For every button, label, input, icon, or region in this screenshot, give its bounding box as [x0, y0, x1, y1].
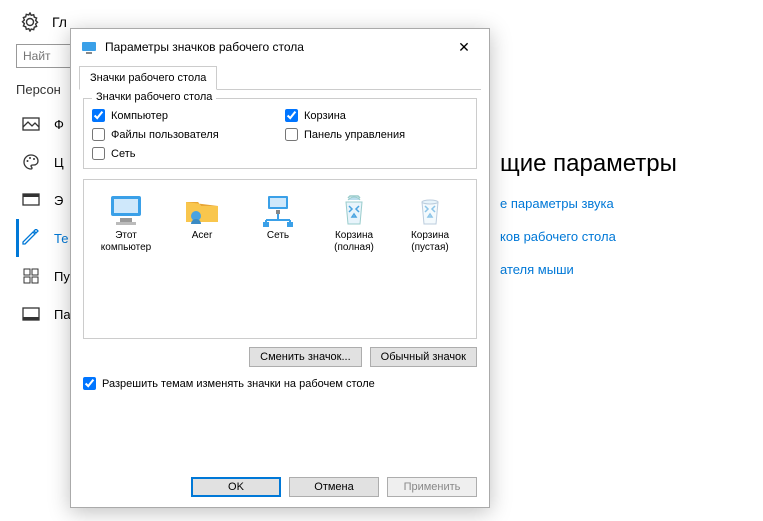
themes-icon	[22, 229, 40, 247]
nav-label: Те	[54, 231, 68, 246]
checkbox-input[interactable]	[92, 147, 105, 160]
apply-button[interactable]: Применить	[387, 477, 477, 497]
checkbox-allow-themes[interactable]: Разрешить темам изменять значки на рабоч…	[83, 377, 477, 390]
close-button[interactable]: ✕	[449, 35, 479, 59]
icon-this-pc[interactable]: Этот компьютер	[90, 190, 162, 255]
taskbar-icon	[22, 305, 40, 323]
link-desktop-icons[interactable]: ков рабочего стола	[500, 229, 677, 244]
groupbox-icons: Значки рабочего стола Компьютер Корзина …	[83, 98, 477, 169]
checkbox-input[interactable]	[83, 377, 96, 390]
icon-label: Этот компьютер	[92, 230, 160, 253]
change-icon-button[interactable]: Сменить значок...	[249, 347, 362, 367]
computer-icon	[106, 192, 146, 228]
recycle-empty-icon	[410, 192, 450, 228]
nav-label: Ц	[54, 155, 64, 170]
nav-label: Пу	[54, 269, 70, 284]
checkbox-label: Корзина	[304, 110, 346, 122]
cancel-button[interactable]: Отмена	[289, 477, 379, 497]
nav-label: Ф	[54, 117, 64, 132]
link-mouse[interactable]: ателя мыши	[500, 262, 677, 277]
dialog-title: Параметры значков рабочего стола	[105, 40, 304, 54]
dialog-icon	[81, 39, 97, 55]
link-sound[interactable]: е параметры звука	[500, 196, 677, 211]
folder-user-icon	[182, 192, 222, 228]
icon-network[interactable]: Сеть	[242, 190, 314, 255]
gear-icon	[20, 12, 40, 32]
close-icon: ✕	[458, 39, 470, 56]
checkbox-label: Сеть	[111, 148, 135, 160]
icon-label: Корзина (пустая)	[396, 230, 464, 253]
checkbox-label: Файлы пользователя	[111, 129, 219, 141]
checkbox-userfiles[interactable]: Файлы пользователя	[92, 128, 275, 141]
ok-button[interactable]: OK	[191, 477, 281, 497]
palette-icon	[22, 153, 40, 171]
icon-recycle-full[interactable]: Корзина (полная)	[318, 190, 390, 255]
tab-desktop-icons[interactable]: Значки рабочего стола	[79, 66, 217, 90]
checkbox-input[interactable]	[285, 128, 298, 141]
checkbox-label: Компьютер	[111, 110, 168, 122]
network-icon	[258, 192, 298, 228]
checkbox-recycle[interactable]: Корзина	[285, 109, 468, 122]
nav-label: Па	[54, 307, 71, 322]
nav-label: Э	[54, 193, 63, 208]
checkbox-label: Панель управления	[304, 129, 405, 141]
picture-icon	[22, 115, 40, 133]
icon-user-folder[interactable]: Acer	[166, 190, 238, 255]
checkbox-computer[interactable]: Компьютер	[92, 109, 275, 122]
recycle-full-icon	[334, 192, 374, 228]
checkbox-input[interactable]	[92, 109, 105, 122]
icon-label: Корзина (полная)	[320, 230, 388, 253]
checkbox-input[interactable]	[92, 128, 105, 141]
settings-title: Гл	[52, 14, 67, 30]
dialog-titlebar[interactable]: Параметры значков рабочего стола ✕	[71, 29, 489, 65]
checkbox-network[interactable]: Сеть	[92, 147, 275, 160]
checkbox-label: Разрешить темам изменять значки на рабоч…	[102, 378, 375, 390]
icon-label: Сеть	[244, 230, 312, 242]
groupbox-title: Значки рабочего стола	[92, 91, 216, 103]
checkbox-input[interactable]	[285, 109, 298, 122]
start-icon	[22, 267, 40, 285]
related-title: щие параметры	[500, 150, 677, 178]
icon-recycle-empty[interactable]: Корзина (пустая)	[394, 190, 466, 255]
desktop-icon-settings-dialog: Параметры значков рабочего стола ✕ Значк…	[70, 28, 490, 508]
checkbox-cpanel[interactable]: Панель управления	[285, 128, 468, 141]
lockscreen-icon	[22, 191, 40, 209]
icon-label: Acer	[168, 230, 236, 242]
icon-preview-area: Этот компьютер Acer Сеть Корзина (полная…	[83, 179, 477, 339]
default-icon-button[interactable]: Обычный значок	[370, 347, 477, 367]
